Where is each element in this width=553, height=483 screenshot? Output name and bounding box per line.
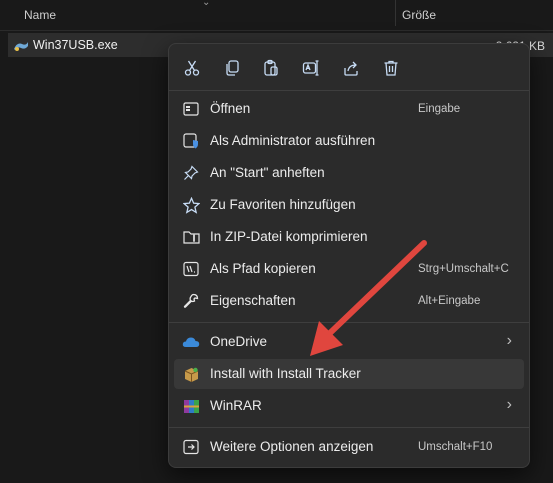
rename-icon bbox=[302, 60, 319, 76]
admin-shield-icon bbox=[182, 132, 200, 150]
install-tracker-box-icon bbox=[182, 365, 200, 383]
wrench-icon bbox=[182, 292, 200, 310]
delete-icon bbox=[384, 60, 398, 76]
star-icon bbox=[182, 196, 200, 214]
copy-button[interactable] bbox=[218, 54, 246, 82]
cut-button[interactable] bbox=[178, 54, 206, 82]
menu-item-label: In ZIP-Datei komprimieren bbox=[210, 229, 368, 244]
menu-item-label: Zu Favoriten hinzufügen bbox=[210, 197, 356, 212]
menu-item-label: OneDrive bbox=[210, 334, 268, 349]
menu-item-open[interactable]: Öffnen Eingabe bbox=[174, 94, 524, 124]
menu-item-compress-zip[interactable]: In ZIP-Datei komprimieren bbox=[174, 222, 524, 252]
menu-item-add-to-favorites[interactable]: Zu Favoriten hinzufügen bbox=[174, 190, 524, 220]
menu-item-run-as-admin[interactable]: Als Administrator ausführen bbox=[174, 126, 524, 156]
share-button[interactable] bbox=[337, 54, 365, 82]
menu-item-shortcut: Umschalt+F10 bbox=[418, 441, 493, 453]
menu-item-install-tracker[interactable]: Install with Install Tracker bbox=[174, 359, 524, 389]
menu-item-winrar[interactable]: WinRAR › bbox=[174, 391, 524, 421]
menu-item-copy-as-path[interactable]: Als Pfad kopieren Strg+Umschalt+C bbox=[174, 254, 524, 284]
context-menu-toolbar bbox=[169, 44, 529, 90]
delete-button[interactable] bbox=[377, 54, 405, 82]
file-name: Win37USB.exe bbox=[33, 38, 118, 52]
paste-icon bbox=[264, 59, 278, 76]
column-header: ⌄ Name Größe bbox=[0, 0, 553, 31]
cut-icon bbox=[184, 60, 200, 76]
menu-item-pin-to-start[interactable]: An "Start" anheften bbox=[174, 158, 524, 188]
pin-icon bbox=[182, 164, 200, 182]
menu-item-label: An "Start" anheften bbox=[210, 165, 325, 180]
menu-item-label: Install with Install Tracker bbox=[210, 366, 361, 381]
onedrive-cloud-icon bbox=[182, 333, 200, 351]
copy-icon bbox=[226, 60, 239, 76]
open-app-icon bbox=[182, 100, 200, 118]
paste-button[interactable] bbox=[257, 54, 285, 82]
column-name-header[interactable]: Name bbox=[24, 8, 56, 22]
menu-separator bbox=[169, 322, 529, 323]
menu-item-show-more-options[interactable]: Weitere Optionen anzeigen Umschalt+F10 bbox=[174, 432, 524, 462]
menu-item-label: Als Administrator ausführen bbox=[210, 133, 376, 148]
winrar-books-icon bbox=[182, 397, 200, 415]
menu-separator bbox=[169, 427, 529, 428]
column-divider[interactable] bbox=[395, 0, 396, 26]
menu-item-onedrive[interactable]: OneDrive › bbox=[174, 327, 524, 357]
zip-folder-icon bbox=[182, 228, 200, 246]
menu-item-shortcut: Eingabe bbox=[418, 103, 461, 115]
more-options-icon bbox=[182, 438, 200, 456]
context-menu: Öffnen Eingabe Als Administrator ausführ… bbox=[168, 43, 530, 468]
menu-item-shortcut: Strg+Umschalt+C bbox=[418, 263, 509, 275]
rename-button[interactable] bbox=[297, 54, 325, 82]
exe-file-icon bbox=[13, 39, 29, 57]
menu-item-label: Weitere Optionen anzeigen bbox=[210, 439, 374, 454]
menu-item-label: Als Pfad kopieren bbox=[210, 261, 316, 276]
submenu-chevron-icon: › bbox=[506, 396, 512, 413]
menu-item-label: Öffnen bbox=[210, 101, 251, 116]
submenu-chevron-icon: › bbox=[506, 332, 512, 349]
menu-separator bbox=[169, 90, 529, 91]
sort-chevron-icon[interactable]: ⌄ bbox=[202, 0, 210, 8]
copy-path-icon bbox=[182, 260, 200, 278]
column-size-header[interactable]: Größe bbox=[402, 8, 436, 22]
menu-item-properties[interactable]: Eigenschaften Alt+Eingabe bbox=[174, 286, 524, 316]
share-icon bbox=[344, 61, 358, 76]
menu-item-label: Eigenschaften bbox=[210, 293, 296, 308]
menu-item-label: WinRAR bbox=[210, 398, 262, 413]
menu-item-shortcut: Alt+Eingabe bbox=[418, 295, 481, 307]
